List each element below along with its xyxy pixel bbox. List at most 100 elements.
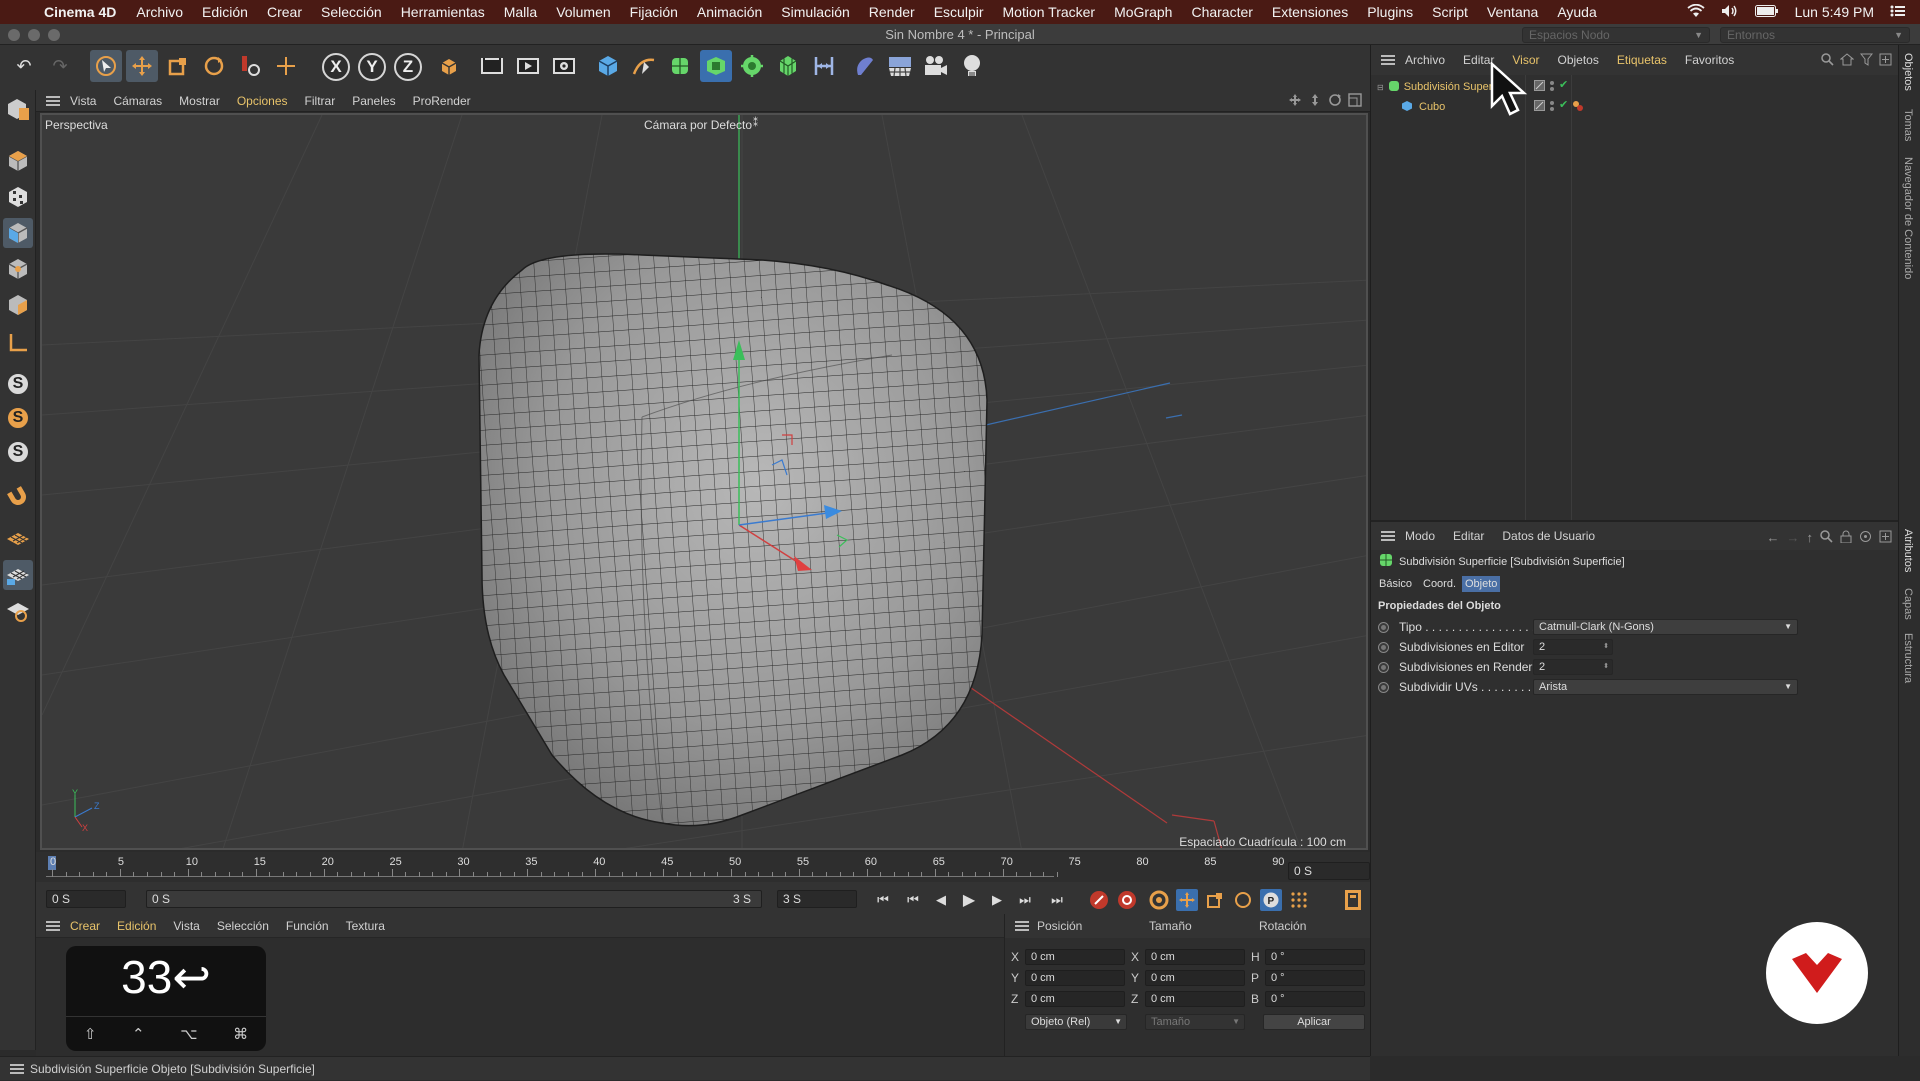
viewport-menu-vista[interactable]: Vista	[70, 94, 96, 108]
up-arrow-icon[interactable]: ↑	[1807, 530, 1814, 546]
new-window-icon[interactable]	[1879, 53, 1892, 69]
object-tree[interactable]: ⊟ Subdivisión Superficie Cubo ✔ ✔	[1370, 62, 1898, 520]
home-icon[interactable]	[1839, 53, 1855, 69]
previous-frame-icon[interactable]: ◀	[930, 889, 952, 911]
floor-object-icon[interactable]	[884, 50, 916, 82]
menu-simulacion[interactable]: Simulación	[781, 4, 849, 20]
rotate-view-icon[interactable]	[1328, 93, 1342, 110]
obj-menu-objetos[interactable]: Objetos	[1558, 53, 1599, 67]
camera-eye-icon[interactable]: ⁑	[753, 118, 758, 129]
hamburger-menu-icon[interactable]	[46, 95, 60, 106]
zoom-view-icon[interactable]	[1308, 93, 1322, 110]
material-menu-crear[interactable]: Crear	[70, 919, 100, 933]
model-mode-icon[interactable]	[3, 146, 33, 176]
side-tab-capas[interactable]: Capas	[1902, 588, 1914, 620]
z-axis-lock-button[interactable]: Z	[394, 53, 422, 81]
filter-icon[interactable]	[1859, 53, 1874, 69]
side-tab-tomas[interactable]: Tomas	[1902, 109, 1914, 141]
planar-workplane-icon[interactable]	[3, 596, 33, 626]
lock-icon[interactable]	[1840, 530, 1852, 546]
zoom-window-icon[interactable]	[48, 29, 60, 41]
next-frame-icon[interactable]: ▶	[986, 889, 1008, 911]
next-key-icon[interactable]: ⏭	[1014, 889, 1036, 911]
menu-seleccion[interactable]: Selección	[321, 4, 382, 20]
position-y-field[interactable]: 0 cm	[1025, 970, 1125, 986]
move-tool-icon[interactable]	[126, 50, 158, 82]
keyframe-selection-icon[interactable]	[1148, 889, 1170, 911]
hamburger-menu-icon[interactable]	[10, 1064, 24, 1074]
close-window-icon[interactable]	[8, 29, 20, 41]
menu-character[interactable]: Character	[1191, 4, 1252, 20]
select-tool-icon[interactable]	[90, 50, 122, 82]
render-picture-viewer-icon[interactable]	[512, 50, 544, 82]
hamburger-menu-icon[interactable]	[1381, 531, 1395, 541]
menu-archivo[interactable]: Archivo	[136, 4, 183, 20]
field-icon[interactable]	[808, 50, 840, 82]
stepper-icon[interactable]: ⬍	[1603, 660, 1609, 674]
timeline-ruler[interactable]: 0 5 10 15 20 25 30 35 40 45 50 55 60 65 70 75 80 85 90 0 S	[36, 852, 1370, 882]
material-menu-vista[interactable]: Vista	[173, 919, 199, 933]
minimize-window-icon[interactable]	[28, 29, 40, 41]
collapse-icon[interactable]: ⊟	[1377, 83, 1384, 92]
timeline-start-field[interactable]: 0 S	[46, 890, 126, 908]
obj-menu-favoritos[interactable]: Favoritos	[1685, 53, 1734, 67]
camera-label[interactable]: Cámara por Defecto	[644, 118, 752, 132]
material-area[interactable]: 33↩ ⇧ ⌃ ⌥ ⌘	[36, 938, 1004, 1056]
menu-ventana[interactable]: Ventana	[1487, 4, 1538, 20]
psr-tool-icon[interactable]	[234, 50, 266, 82]
autokey-icon[interactable]	[1116, 889, 1138, 911]
current-frame-field[interactable]: 0 S	[1288, 862, 1370, 880]
menu-crear[interactable]: Crear	[267, 4, 302, 20]
texture-mode-icon[interactable]	[3, 182, 33, 212]
key-position-icon[interactable]	[1176, 889, 1198, 911]
render-view-icon[interactable]	[476, 50, 508, 82]
timeline-range-slider[interactable]: 0 S 3 S	[146, 890, 762, 908]
attr-menu-modo[interactable]: Modo	[1405, 529, 1435, 543]
battery-icon[interactable]	[1754, 4, 1779, 20]
viewport-menu-paneles[interactable]: Paneles	[352, 94, 395, 108]
side-tab-objetos[interactable]: Objetos	[1902, 53, 1914, 91]
cube-object-icon[interactable]	[592, 50, 624, 82]
tree-item-cubo[interactable]: Cubo	[1401, 99, 1445, 115]
menu-mograph[interactable]: MoGraph	[1114, 4, 1172, 20]
menu-volumen[interactable]: Volumen	[556, 4, 610, 20]
stepper-icon[interactable]: ⬍	[1603, 640, 1609, 654]
viewport-menu-filtrar[interactable]: Filtrar	[305, 94, 336, 108]
position-z-field[interactable]: 0 cm	[1025, 991, 1125, 1007]
go-to-start-icon[interactable]: ⏮	[872, 889, 894, 911]
phong-tag-icon[interactable]	[1572, 100, 1584, 115]
magnet-tool-icon[interactable]	[3, 482, 33, 512]
maximize-view-icon[interactable]	[1348, 93, 1362, 110]
x-axis-lock-button[interactable]: X	[322, 53, 350, 81]
tab-coord[interactable]: Coord.	[1420, 576, 1459, 592]
timeline-end-field[interactable]: 3 S	[777, 890, 857, 908]
undo-icon[interactable]: ↶	[8, 50, 40, 82]
key-rotation-icon[interactable]	[1232, 889, 1254, 911]
enabled-check-icon[interactable]: ✔	[1559, 100, 1568, 115]
enable-axis-icon[interactable]	[3, 328, 33, 358]
back-arrow-icon[interactable]: ←	[1767, 530, 1780, 546]
subdiv-render-field[interactable]: 2 ⬍	[1533, 659, 1613, 675]
position-x-field[interactable]: 0 cm	[1025, 949, 1125, 965]
environment-combo[interactable]: Entornos ▼	[1720, 27, 1910, 43]
key-pla-icon[interactable]	[1288, 889, 1310, 911]
menu-edicion[interactable]: Edición	[202, 4, 248, 20]
clock-text[interactable]: Lun 5:49 PM	[1795, 4, 1874, 20]
menu-render[interactable]: Render	[869, 4, 915, 20]
cloner-icon[interactable]	[736, 50, 768, 82]
coordinate-system-icon[interactable]	[432, 50, 464, 82]
make-editable-icon[interactable]	[3, 94, 33, 124]
subdivided-cube-mesh[interactable]	[442, 215, 1042, 850]
rotation-b-field[interactable]: 0 °	[1265, 991, 1365, 1007]
attr-menu-editar[interactable]: Editar	[1453, 529, 1484, 543]
animate-radio[interactable]	[1378, 681, 1389, 693]
menu-fijacion[interactable]: Fijación	[630, 4, 678, 20]
search-icon[interactable]	[1821, 53, 1834, 69]
animate-radio[interactable]	[1378, 641, 1389, 653]
visibility-dots-icon[interactable]	[1549, 80, 1555, 95]
menu-plugins[interactable]: Plugins	[1367, 4, 1413, 20]
workplane-snap-icon[interactable]: S	[6, 440, 30, 464]
apply-button[interactable]: Aplicar	[1263, 1014, 1365, 1030]
viewport-menu-opciones[interactable]: Opciones	[237, 94, 288, 108]
spline-pen-icon[interactable]	[628, 50, 660, 82]
